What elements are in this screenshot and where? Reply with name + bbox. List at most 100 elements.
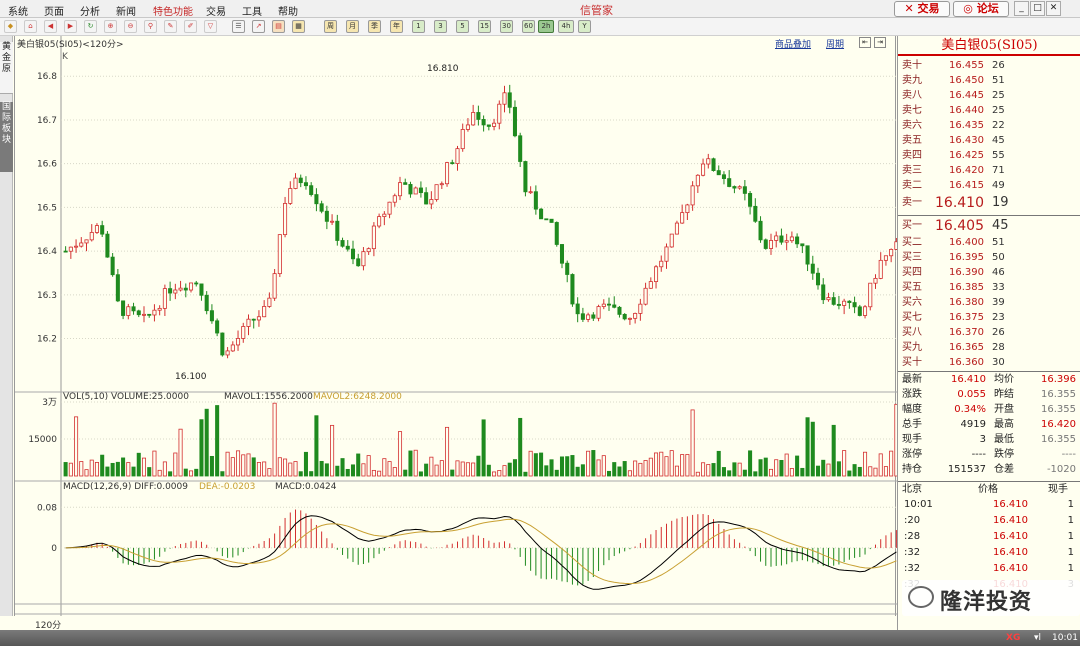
- ask-row[interactable]: 卖六 16.435 22: [898, 118, 1080, 133]
- forum-button[interactable]: ◎ 论坛: [953, 1, 1009, 17]
- menu-tools[interactable]: 工具: [242, 3, 262, 18]
- bid-row[interactable]: 买三 16.395 50: [898, 250, 1080, 265]
- menu-system[interactable]: 系统: [8, 3, 28, 18]
- period-30m-button[interactable]: 30: [500, 20, 513, 33]
- period-60m-button[interactable]: 60: [522, 20, 535, 33]
- candle-body: [554, 222, 559, 245]
- bid-row[interactable]: 买六 16.380 39: [898, 295, 1080, 310]
- candle-body: [246, 318, 251, 327]
- period-quarter-button[interactable]: 季: [368, 20, 381, 33]
- period-month-button[interactable]: 月: [346, 20, 359, 33]
- ask-row[interactable]: 卖四 16.425 55: [898, 148, 1080, 163]
- period-link[interactable]: 周期: [826, 37, 844, 50]
- arrow-right-icon[interactable]: ▶: [64, 20, 77, 33]
- bid-row[interactable]: 买五 16.385 33: [898, 280, 1080, 295]
- overlay-link[interactable]: 商品叠加: [775, 37, 811, 50]
- chart-area[interactable]: 16.8 16.7 16.6 16.5 16.4 16.3 16.2 3万 15000 0.08 0…: [14, 36, 897, 631]
- candle-body: [340, 240, 345, 247]
- close-icon[interactable]: ✕: [1046, 1, 1061, 16]
- volume-bar: [147, 467, 152, 477]
- volume-bar: [883, 466, 888, 477]
- table-icon[interactable]: ☰: [232, 20, 245, 33]
- bid-row[interactable]: 买八 16.370 26: [898, 325, 1080, 340]
- bid-row[interactable]: 买二 16.400 51: [898, 235, 1080, 250]
- stat-v2: 16.355: [1041, 404, 1076, 415]
- search-icon[interactable]: ⚲: [144, 20, 157, 33]
- daily-chart-icon[interactable]: ▦: [292, 20, 305, 33]
- period-year-alt-button[interactable]: Y: [578, 20, 591, 33]
- ask-vol: 49: [992, 180, 1005, 191]
- wechat-icon: [908, 586, 934, 608]
- bid-row[interactable]: 买四 16.390 46: [898, 265, 1080, 280]
- stat-l1: 涨跌: [902, 389, 922, 400]
- bid-row[interactable]: 买十 16.360 30: [898, 355, 1080, 370]
- chart-icon[interactable]: ↗: [252, 20, 265, 33]
- ask-vol: 51: [992, 75, 1005, 86]
- volume-bar: [492, 471, 497, 477]
- side-tab-international[interactable]: 国际板块: [0, 102, 13, 172]
- volume-bar: [162, 461, 167, 477]
- menu-help[interactable]: 帮助: [278, 3, 298, 18]
- period-week-button[interactable]: 周: [324, 20, 337, 33]
- ask-row[interactable]: 卖七 16.440 25: [898, 103, 1080, 118]
- bid-row[interactable]: 买七 16.375 23: [898, 310, 1080, 325]
- stat-l2: 仓差: [994, 464, 1014, 475]
- period-3m-button[interactable]: 3: [434, 20, 447, 33]
- period-1m-button[interactable]: 1: [412, 20, 425, 33]
- back-icon[interactable]: ◆: [4, 20, 17, 33]
- arrow-left-icon[interactable]: ◀: [44, 20, 57, 33]
- menu-analysis[interactable]: 分析: [80, 3, 100, 18]
- chart-header: 美白银05(SI05)<120分> 商品叠加 周期 ⇤ ⇥: [15, 36, 897, 50]
- ask-vol: 19: [992, 195, 1009, 210]
- minute-chart-icon[interactable]: ▤: [272, 20, 285, 33]
- ask-row[interactable]: 卖九 16.450 51: [898, 73, 1080, 88]
- ask-label: 卖十: [902, 60, 922, 71]
- period-2h-button[interactable]: 2h: [538, 20, 554, 33]
- maximize-icon[interactable]: □: [1030, 1, 1045, 16]
- zoom-in-icon[interactable]: ⊕: [104, 20, 117, 33]
- trades-header-cell: 现手: [1048, 484, 1068, 495]
- refresh-icon[interactable]: ↻: [84, 20, 97, 33]
- menu-features[interactable]: 特色功能: [153, 3, 193, 18]
- ask-row[interactable]: 卖八 16.445 25: [898, 88, 1080, 103]
- chart-canvas[interactable]: 16.8 16.7 16.6 16.5 16.4 16.3 16.2 3万 15000 0.08 0…: [15, 36, 897, 616]
- trade-button[interactable]: ✕ 交易: [894, 1, 950, 17]
- volume-bar: [350, 464, 356, 477]
- ask-row[interactable]: 卖十 16.455 26: [898, 58, 1080, 73]
- ask-label: 卖一: [902, 197, 922, 208]
- bid-row[interactable]: 买九 16.365 28: [898, 340, 1080, 355]
- pen-icon[interactable]: ✐: [184, 20, 197, 33]
- period-5m-button[interactable]: 5: [456, 20, 469, 33]
- candle-body: [852, 302, 857, 308]
- volume-bar: [429, 456, 434, 477]
- ask-row[interactable]: 卖一 16.410 19: [898, 193, 1080, 213]
- ask-row[interactable]: 卖五 16.430 45: [898, 133, 1080, 148]
- ask-price: 16.420: [949, 165, 984, 176]
- period-year-button[interactable]: 年: [390, 20, 403, 33]
- volume-bar: [382, 458, 387, 477]
- side-tab-gold[interactable]: 黄金原: [0, 42, 13, 94]
- bid-label: 买二: [902, 237, 922, 248]
- collapse-icon[interactable]: ⇤: [859, 37, 871, 48]
- zoom-out-icon[interactable]: ⊖: [124, 20, 137, 33]
- candle-body: [512, 106, 517, 137]
- ask-row[interactable]: 卖三 16.420 71: [898, 163, 1080, 178]
- ask-label: 卖三: [902, 165, 922, 176]
- trades-header: 北京 价格 现手: [898, 481, 1080, 497]
- expand-icon[interactable]: ⇥: [874, 37, 886, 48]
- menu-news[interactable]: 新闻: [116, 3, 136, 18]
- bid-vol: 23: [992, 312, 1005, 323]
- ask-row[interactable]: 卖二 16.415 49: [898, 178, 1080, 193]
- menu-trade[interactable]: 交易: [206, 3, 226, 18]
- candle-body: [330, 220, 335, 223]
- minimize-icon[interactable]: _: [1014, 1, 1029, 16]
- volume-bar: [220, 471, 225, 477]
- period-4h-button[interactable]: 4h: [558, 20, 574, 33]
- home-icon[interactable]: ⌂: [24, 20, 37, 33]
- candle-body: [126, 306, 131, 316]
- period-15m-button[interactable]: 15: [478, 20, 491, 33]
- menu-page[interactable]: 页面: [44, 3, 64, 18]
- filter-icon[interactable]: ▽: [204, 20, 217, 33]
- bid-row[interactable]: 买一 16.405 45: [898, 215, 1080, 235]
- draw-icon[interactable]: ✎: [164, 20, 177, 33]
